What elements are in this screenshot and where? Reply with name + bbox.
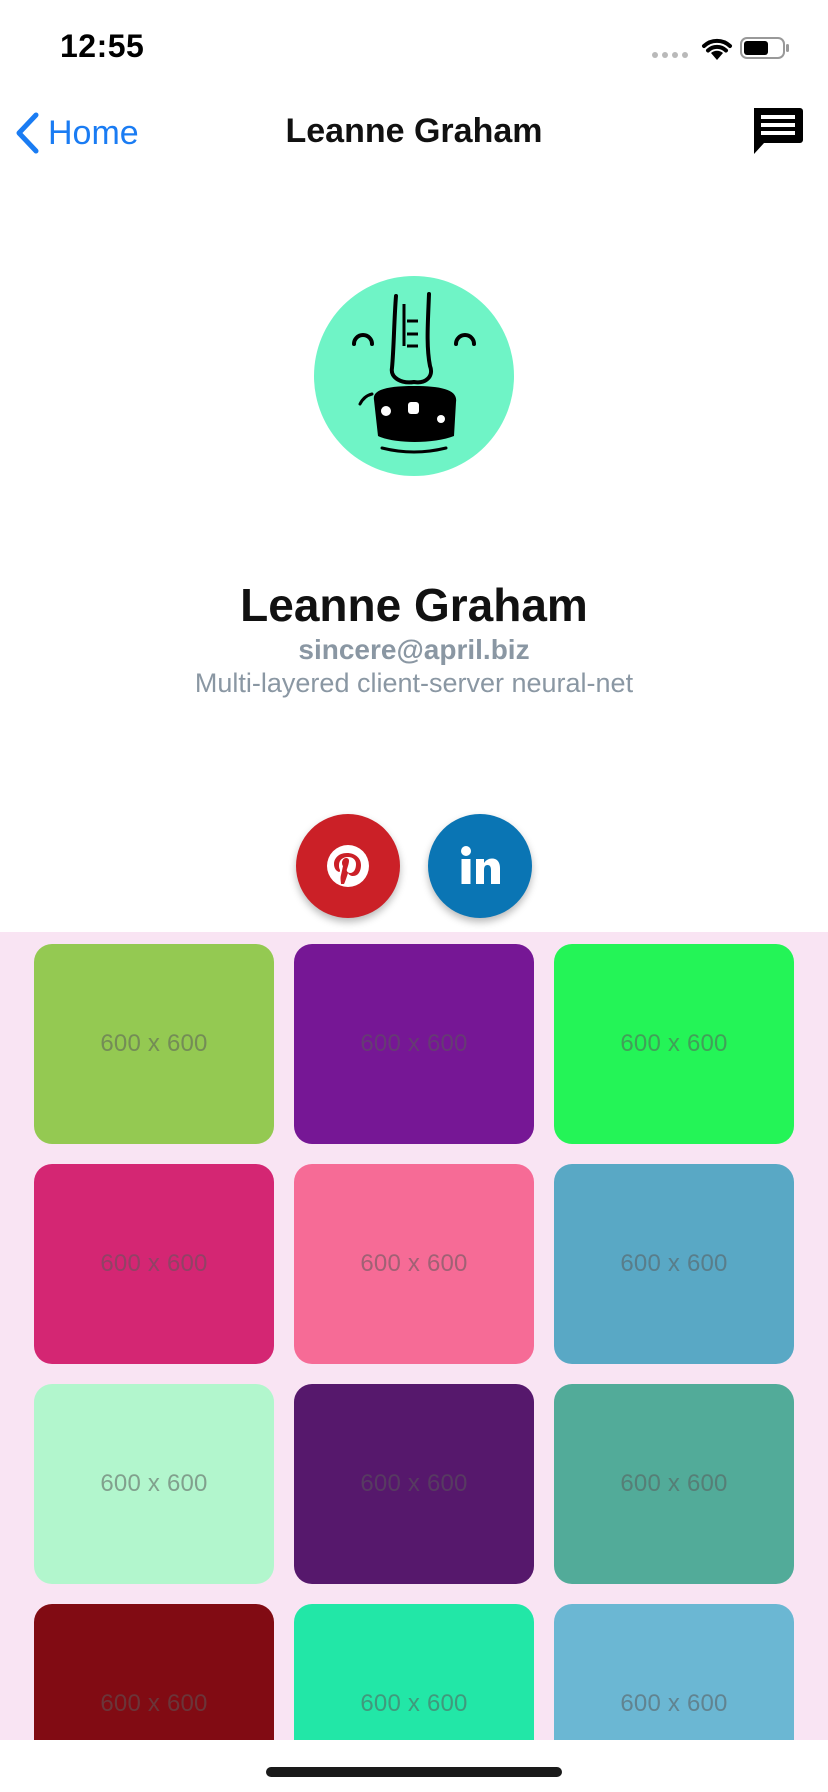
tile-label: 600 x 600 bbox=[620, 1250, 728, 1277]
linkedin-button[interactable] bbox=[428, 814, 532, 918]
wifi-icon bbox=[702, 38, 732, 60]
gallery-tile[interactable]: 600 x 600 bbox=[294, 944, 534, 1144]
gallery-tile[interactable]: 600 x 600 bbox=[34, 1384, 274, 1584]
tile-label: 600 x 600 bbox=[360, 1250, 468, 1277]
chat-icon[interactable] bbox=[748, 104, 806, 162]
tile-label: 600 x 600 bbox=[620, 1030, 728, 1057]
gallery-tile[interactable]: 600 x 600 bbox=[34, 1164, 274, 1364]
gallery-tile[interactable]: 600 x 600 bbox=[554, 1164, 794, 1364]
gallery-tile[interactable]: 600 x 600 bbox=[294, 1164, 534, 1364]
gallery-grid: 600 x 600 600 x 600 600 x 600 600 x 600 600 … bbox=[34, 944, 794, 1740]
tile-label: 600 x 600 bbox=[620, 1470, 728, 1497]
bottom-safe-area bbox=[0, 1740, 828, 1792]
profile-email[interactable]: sincere@april.biz bbox=[0, 634, 828, 666]
gallery-tile[interactable]: 600 x 600 bbox=[294, 1604, 534, 1740]
back-label: Home bbox=[48, 113, 139, 152]
gallery-tile[interactable]: 600 x 600 bbox=[34, 944, 274, 1144]
tile-label: 600 x 600 bbox=[100, 1470, 208, 1497]
tile-label: 600 x 600 bbox=[360, 1030, 468, 1057]
back-button[interactable]: Home bbox=[14, 108, 139, 158]
tile-label: 600 x 600 bbox=[100, 1030, 208, 1057]
tile-label: 600 x 600 bbox=[100, 1250, 208, 1277]
gallery-tile[interactable]: 600 x 600 bbox=[294, 1384, 534, 1584]
profile-bio: Multi-layered client-server neural-net bbox=[194, 668, 634, 698]
chevron-left-icon bbox=[16, 112, 39, 154]
pinterest-icon bbox=[327, 845, 369, 887]
linkedin-icon bbox=[461, 846, 500, 884]
tile-label: 600 x 600 bbox=[100, 1690, 208, 1717]
pinterest-button[interactable] bbox=[296, 814, 400, 918]
gallery-tile[interactable]: 600 x 600 bbox=[554, 944, 794, 1144]
navigation-bar: Home Leanne Graham bbox=[0, 100, 828, 166]
home-indicator[interactable] bbox=[266, 1767, 562, 1777]
tile-label: 600 x 600 bbox=[620, 1690, 728, 1717]
status-time: 12:55 bbox=[60, 28, 145, 64]
avatar bbox=[314, 276, 514, 476]
avatar-face-icon bbox=[352, 292, 476, 454]
gallery-tile[interactable]: 600 x 600 bbox=[34, 1604, 274, 1740]
tile-label: 600 x 600 bbox=[360, 1470, 468, 1497]
battery-icon bbox=[740, 37, 789, 59]
status-bar: 12:55 bbox=[0, 0, 828, 100]
photo-gallery: 600 x 600 600 x 600 600 x 600 600 x 600 600 … bbox=[0, 932, 828, 1740]
profile-name: Leanne Graham bbox=[240, 579, 588, 631]
cellular-signal-icon bbox=[652, 52, 688, 58]
gallery-tile[interactable]: 600 x 600 bbox=[554, 1384, 794, 1584]
gallery-tile[interactable]: 600 x 600 bbox=[554, 1604, 794, 1740]
tile-label: 600 x 600 bbox=[360, 1690, 468, 1717]
